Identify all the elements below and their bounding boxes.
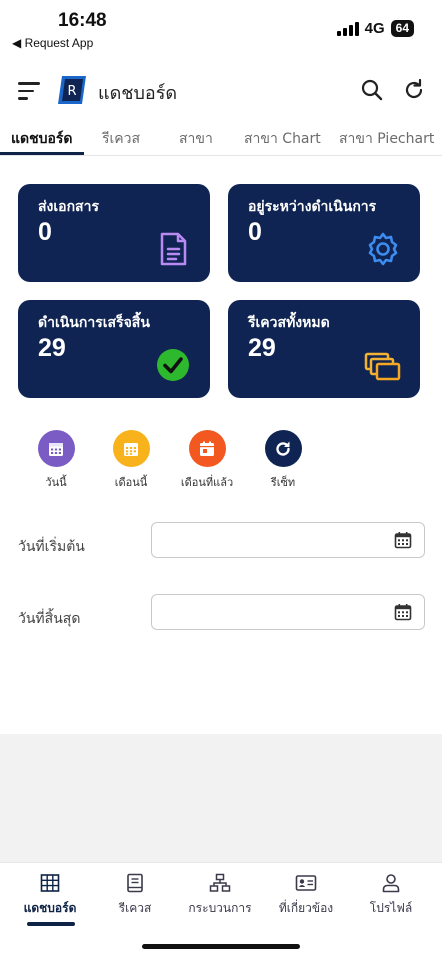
calendar-icon[interactable]: [394, 603, 412, 621]
card-value: 0: [38, 218, 52, 246]
card-value: 0: [248, 218, 262, 246]
book-icon: [127, 873, 143, 893]
nav-label: กระบวนการ: [188, 901, 252, 915]
content-background: [0, 734, 442, 862]
filter-label: รีเซ็ท: [270, 476, 296, 489]
page-title: แดชบอร์ด: [98, 83, 178, 104]
card-label: รีเควสทั้งหมด: [248, 315, 330, 331]
card-value: 29: [248, 334, 276, 362]
nav-label: แดชบอร์ด: [23, 901, 77, 915]
bottom-navigation: แดชบอร์ด รีเควส กระบวนการ ที่เกี่ยวข้อง …: [0, 862, 442, 930]
nav-dashboard[interactable]: แดชบอร์ด: [6, 873, 94, 918]
tab-branch-piechart[interactable]: สาขา Piechart: [339, 128, 434, 150]
end-date-input[interactable]: [151, 594, 425, 630]
gear-icon: [364, 230, 402, 268]
calendar-icon: [37, 430, 75, 467]
filter-label: เดือนนี้: [114, 476, 148, 489]
stacked-folders-icon: [364, 346, 402, 384]
search-icon[interactable]: [360, 78, 386, 104]
tab-branch-chart[interactable]: สาขา Chart: [244, 128, 321, 150]
active-tab-indicator: [0, 152, 84, 155]
card-label: ส่งเอกสาร: [38, 199, 99, 215]
card-submitted[interactable]: ส่งเอกสาร 0: [18, 184, 210, 282]
tab-bar: แดชบอร์ด รีเควส สาขา สาขา Chart สาขา Pie…: [0, 120, 442, 156]
filter-reset-button[interactable]: รีเซ็ท: [253, 430, 313, 491]
calendar-month-icon: [112, 430, 150, 467]
reset-icon: [264, 430, 302, 467]
network-type: 4G: [364, 20, 385, 37]
app-bar: R แดชบอร์ด: [0, 60, 442, 120]
nav-related[interactable]: ที่เกี่ยวข้อง: [262, 873, 350, 918]
battery-icon: 64: [390, 20, 414, 37]
document-icon: [154, 230, 192, 268]
id-card-icon: [295, 875, 317, 891]
start-date-input[interactable]: [151, 522, 425, 558]
card-completed[interactable]: ดำเนินการเสร็จสิ้น 29: [18, 300, 210, 398]
user-icon: [382, 874, 400, 893]
check-circle-icon: [154, 346, 192, 384]
filter-label: วันนี้: [45, 476, 67, 489]
back-to-app-link[interactable]: ◀ Request App: [12, 36, 93, 50]
nav-requests[interactable]: รีเควส: [91, 873, 179, 918]
calendar-day-icon: [188, 430, 226, 467]
svg-text:R: R: [67, 84, 76, 99]
card-all-requests[interactable]: รีเควสทั้งหมด 29: [228, 300, 420, 398]
tab-branch[interactable]: สาขา: [179, 128, 213, 150]
home-indicator[interactable]: [142, 944, 300, 949]
filter-today-button[interactable]: วันนี้: [26, 430, 86, 491]
signal-icon: [336, 21, 359, 36]
filter-last-month-button[interactable]: เดือนที่แล้ว: [177, 430, 237, 491]
nav-label: ที่เกี่ยวข้อง: [278, 901, 334, 915]
tab-requests[interactable]: รีเควส: [102, 128, 140, 150]
refresh-icon[interactable]: [402, 78, 428, 104]
sitemap-icon: [209, 873, 231, 892]
menu-icon[interactable]: [18, 82, 40, 100]
end-date-label: วันที่สิ้นสุด: [18, 611, 81, 627]
start-date-label: วันที่เริ่มต้น: [18, 539, 85, 555]
nav-profile[interactable]: โปรไฟล์: [347, 873, 435, 918]
nav-label: รีเควส: [118, 901, 152, 915]
card-in-progress[interactable]: อยู่ระหว่างดำเนินการ 0: [228, 184, 420, 282]
card-label: อยู่ระหว่างดำเนินการ: [248, 199, 377, 215]
tab-dashboard[interactable]: แดชบอร์ด: [11, 128, 73, 150]
nav-process[interactable]: กระบวนการ: [176, 873, 264, 918]
grid-icon: [40, 874, 60, 892]
calendar-icon[interactable]: [394, 531, 412, 549]
status-indicators: 4G 64: [336, 20, 414, 37]
filter-this-month-button[interactable]: เดือนนี้: [101, 430, 161, 491]
card-label: ดำเนินการเสร็จสิ้น: [38, 315, 150, 331]
active-nav-indicator: [27, 922, 75, 926]
app-logo: R: [56, 74, 88, 106]
status-time: 16:48: [58, 10, 107, 31]
filter-label: เดือนที่แล้ว: [180, 476, 234, 489]
nav-label: โปรไฟล์: [369, 901, 413, 915]
card-value: 29: [38, 334, 66, 362]
status-bar: 16:48 ◀ Request App 4G 64: [0, 0, 442, 58]
